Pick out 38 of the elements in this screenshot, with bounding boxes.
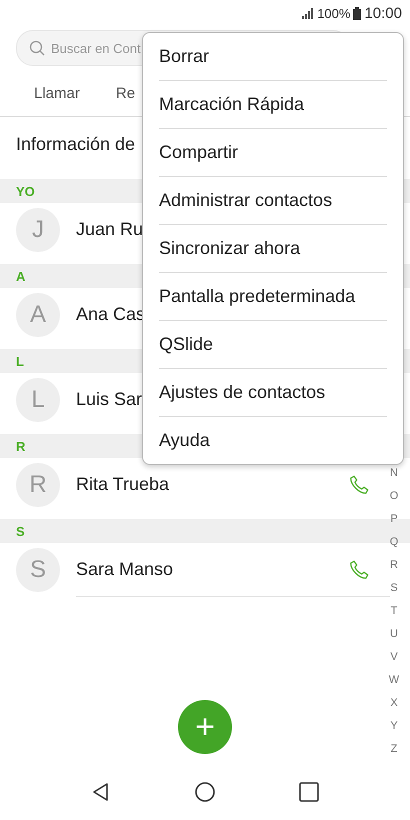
contact-name[interactable]: Rita Trueba <box>76 474 170 495</box>
index-letter[interactable]: T <box>390 600 398 623</box>
phone-icon[interactable] <box>348 559 370 581</box>
index-letter[interactable]: P <box>390 508 398 531</box>
tab[interactable]: Re <box>116 84 136 102</box>
avatar: R <box>16 462 60 506</box>
index-letter[interactable]: X <box>390 692 398 715</box>
profile-header: Información de <box>16 134 136 154</box>
avatar: L <box>16 378 60 422</box>
avatar: S <box>16 548 60 592</box>
index-letter[interactable]: Z <box>390 738 398 761</box>
menu-item[interactable]: Borrar <box>143 33 403 80</box>
index-letter[interactable]: O <box>390 485 398 508</box>
index-letter[interactable]: U <box>390 623 398 646</box>
index-letter[interactable]: R <box>390 554 398 577</box>
battery-percentage: 100% <box>317 6 350 20</box>
index-letter[interactable]: S <box>390 577 398 600</box>
menu-item[interactable]: Marcación Rápida <box>143 81 403 128</box>
menu-item[interactable]: Compartir <box>143 129 403 176</box>
index-letter[interactable]: V <box>390 646 398 669</box>
tab[interactable]: Llamar <box>34 84 80 102</box>
index-letter[interactable]: Y <box>390 715 398 738</box>
battery-icon <box>353 6 362 20</box>
contact-name[interactable]: Luis Sar <box>76 389 142 410</box>
search-icon <box>29 40 45 56</box>
index-letter[interactable]: N <box>390 462 398 485</box>
recents-icon[interactable] <box>298 781 320 803</box>
phone-icon[interactable] <box>348 474 370 496</box>
contact-name[interactable]: Juan Ru <box>76 219 144 240</box>
search-placeholder: Buscar en Cont <box>51 40 141 56</box>
home-icon[interactable] <box>194 781 216 803</box>
signal-icon <box>302 8 314 18</box>
contact-name[interactable]: Sara Manso <box>76 559 174 580</box>
avatar: J <box>16 208 60 252</box>
index-letter[interactable]: W <box>388 669 400 692</box>
avatar: A <box>16 292 60 336</box>
index-letter[interactable]: Q <box>390 531 398 554</box>
clock-time: 10:00 <box>364 4 402 22</box>
